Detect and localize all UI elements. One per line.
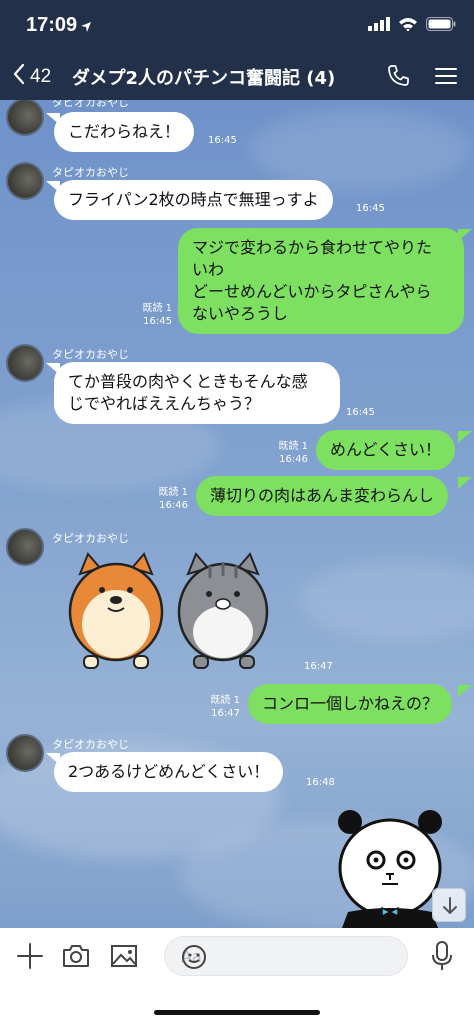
message-bubble[interactable]: マジで変わるから食わせてやりた いわ どーせめんどいからタピさんやら ないやろう… — [178, 228, 464, 334]
image-icon[interactable] — [110, 944, 138, 972]
message-bubble[interactable]: めんどくさい！ — [316, 430, 456, 470]
signal-icon — [368, 16, 390, 35]
sender-name: タピオカおやじ — [52, 166, 129, 179]
message-bubble[interactable]: 薄切りの肉はあんま変わらんし — [196, 476, 449, 516]
message-text: こだわらねえ！ — [68, 122, 181, 141]
sender-name: タピオカおやじ — [52, 100, 129, 109]
avatar[interactable] — [6, 162, 44, 200]
message-bubble[interactable]: てか普段の肉やくときもそんな感 じでやればええんちゃう？ — [54, 362, 340, 424]
microphone-icon[interactable] — [430, 940, 454, 976]
message-bubble[interactable]: こだわらねえ！ — [54, 112, 195, 152]
message-line: どーせめんどいからタピさんやら — [192, 282, 432, 301]
chat-area[interactable]: タピオカおやじ こだわらねえ！ 16:45 タピオカおやじ フライパン2枚の時点… — [0, 100, 474, 928]
plus-icon[interactable] — [16, 942, 44, 974]
sender-name: タピオカおやじ — [52, 738, 129, 751]
camera-icon[interactable] — [62, 944, 90, 972]
sender-name: タピオカおやじ — [52, 532, 129, 545]
message-time: 16:48 — [306, 777, 335, 788]
message-bubble[interactable]: コンロ一個しかねえの？ — [248, 684, 453, 724]
wifi-icon — [398, 16, 418, 35]
message-time: 16:47 — [304, 661, 333, 672]
message-line: てか普段の肉やくときもそんな感 — [68, 372, 308, 391]
message-time: 16:45 — [208, 135, 237, 146]
message-text: 2つあるけどめんどくさい！ — [68, 762, 270, 781]
scroll-down-button[interactable] — [432, 888, 466, 922]
home-indicator — [154, 1010, 320, 1015]
phone-icon[interactable] — [386, 64, 410, 92]
message-input[interactable]: Aa — [164, 936, 408, 976]
message-meta: 既読 1 16:46 — [128, 486, 188, 512]
avatar[interactable] — [6, 734, 44, 772]
status-time: 17:09 — [26, 14, 78, 36]
avatar[interactable] — [6, 100, 44, 136]
sender-name: タピオカおやじ — [52, 348, 129, 361]
message-meta: 既読 1 16:45 — [112, 302, 172, 328]
message-line: ないやろうし — [192, 304, 289, 323]
message-line: いわ — [192, 260, 225, 279]
avatar[interactable] — [6, 528, 44, 566]
back-button[interactable]: 42 — [12, 62, 51, 92]
message-time: 16:47 — [211, 708, 240, 719]
panda-sticker-preview[interactable] — [334, 808, 444, 928]
location-arrow-icon — [80, 18, 92, 37]
read-receipt: 既読 1 — [142, 303, 172, 314]
message-text: コンロ一個しかねえの？ — [262, 694, 439, 713]
shiba-and-cat-sticker[interactable] — [60, 552, 290, 672]
message-time: 16:45 — [143, 316, 172, 327]
menu-icon[interactable] — [434, 64, 458, 92]
message-line: マジで変わるから食わせてやりた — [192, 238, 433, 257]
composer-bar: Aa — [0, 928, 474, 1024]
avatar[interactable] — [6, 344, 44, 382]
message-time: 16:45 — [346, 407, 375, 418]
chat-title: ダメプ2人のパチンコ奮闘記 (4) — [72, 68, 336, 89]
status-bar: 17:09 — [0, 0, 474, 52]
message-text: めんどくさい！ — [330, 440, 442, 459]
message-time: 16:46 — [159, 500, 188, 511]
message-meta: 既読 1 16:46 — [248, 440, 308, 466]
chat-header: 42 ダメプ2人のパチンコ奮闘記 (4) — [0, 52, 474, 100]
unread-count: 42 — [30, 66, 52, 87]
read-receipt: 既読 1 — [278, 441, 308, 452]
read-receipt: 既読 1 — [158, 487, 188, 498]
message-meta: 既読 1 16:47 — [180, 694, 240, 720]
message-text: 薄切りの肉はあんま変わらんし — [210, 486, 435, 505]
emoji-icon[interactable] — [181, 944, 399, 974]
chevron-left-icon — [12, 62, 26, 92]
read-receipt: 既読 1 — [210, 695, 240, 706]
message-time: 16:46 — [279, 454, 308, 465]
message-bubble[interactable]: フライパン2枚の時点で無理っすよ — [54, 180, 333, 220]
message-time: 16:45 — [356, 203, 385, 214]
arrow-down-icon — [441, 896, 459, 920]
message-text: フライパン2枚の時点で無理っすよ — [68, 190, 319, 209]
message-bubble[interactable]: 2つあるけどめんどくさい！ — [54, 752, 284, 792]
message-line: じでやればええんちゃう？ — [68, 394, 261, 413]
battery-icon — [426, 16, 456, 35]
